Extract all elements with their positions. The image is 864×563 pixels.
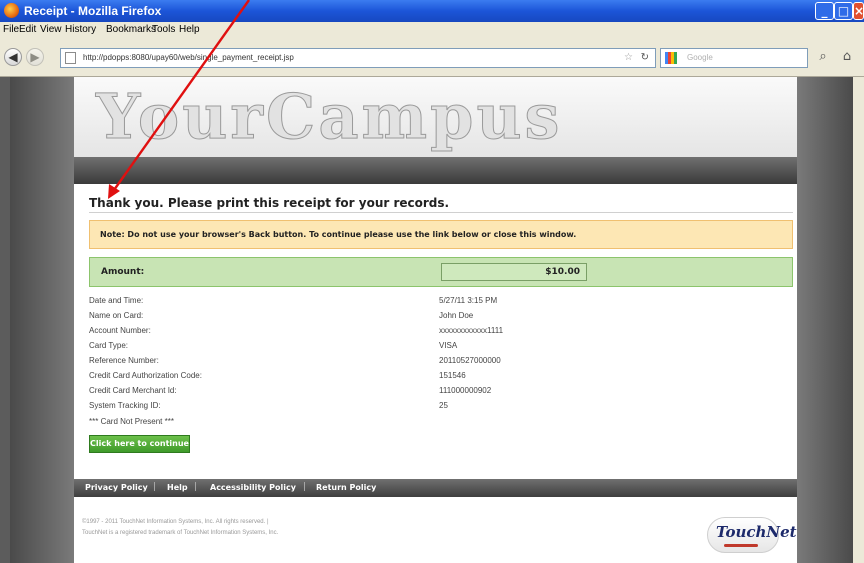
site-banner: YourCampus — [74, 77, 797, 157]
menu-history[interactable]: History — [65, 24, 96, 35]
copyright-line: ©1997 - 2011 TouchNet Information System… — [82, 519, 269, 525]
amount-label: Amount: — [101, 267, 145, 277]
footer-separator: | — [153, 482, 157, 492]
detail-row: Name on Card: John Doe — [89, 311, 769, 323]
touchnet-swoosh — [724, 544, 758, 547]
search-placeholder: Google — [687, 53, 713, 62]
detail-row: Card Type: VISA — [89, 341, 769, 353]
touchnet-logo: TouchNet — [707, 517, 797, 553]
back-arrow-icon[interactable]: ◀ — [4, 48, 22, 66]
divider — [89, 212, 793, 213]
menu-tools[interactable]: Tools — [152, 24, 175, 35]
warning-note: Note: Do not use your browser's Back but… — [89, 220, 793, 249]
site-logo: YourCampus — [95, 80, 563, 154]
page-side-left — [10, 77, 74, 563]
menu-file[interactable]: File — [3, 24, 19, 35]
detail-value: xxxxxxxxxxxx1111 — [439, 326, 504, 335]
window-titlebar: Receipt - Mozilla Firefox _ □ × — [0, 0, 864, 22]
page-title: Thank you. Please print this receipt for… — [89, 196, 450, 210]
maximize-button[interactable]: □ — [834, 2, 853, 20]
detail-label: System Tracking ID: — [89, 401, 161, 410]
google-icon — [665, 52, 677, 64]
magnifier-icon[interactable]: ⌕ — [814, 48, 832, 66]
amount-value: $10.00 — [545, 267, 580, 277]
detail-label: Account Number: — [89, 326, 151, 335]
detail-row: Credit Card Merchant Id: 111000000902 — [89, 386, 769, 398]
minimize-button[interactable]: _ — [815, 2, 834, 20]
warning-note-text: Note: Do not use your browser's Back but… — [100, 230, 577, 239]
detail-value: 5/27/11 3:15 PM — [439, 296, 498, 305]
detail-label: Card Type: — [89, 341, 128, 350]
detail-label: Credit Card Authorization Code: — [89, 371, 202, 380]
menu-help[interactable]: Help — [179, 24, 200, 35]
menu-view[interactable]: View — [40, 24, 62, 35]
footer-nav: Privacy Policy | Help | Accessibility Po… — [74, 479, 797, 497]
footer-separator: | — [194, 482, 198, 492]
menu-bar: File Edit View History Bookmarks Tools H… — [0, 22, 864, 39]
detail-label: Date and Time: — [89, 296, 144, 305]
home-icon[interactable]: ⌂ — [838, 48, 856, 66]
forward-arrow-icon[interactable]: ▶ — [26, 48, 44, 66]
menu-bookmarks[interactable]: Bookmarks — [106, 24, 156, 35]
detail-value: VISA — [439, 341, 458, 350]
detail-label: Credit Card Merchant Id: — [89, 386, 177, 395]
detail-row: Reference Number: 20110527000000 — [89, 356, 769, 368]
detail-value: 25 — [439, 401, 448, 410]
detail-value: 111000000902 — [439, 386, 492, 395]
url-bar[interactable]: http://pdopps:8080/upay60/web/single_pay… — [60, 48, 656, 68]
window-title: Receipt - Mozilla Firefox — [24, 4, 162, 18]
footer-link-accessibility[interactable]: Accessibility Policy — [210, 483, 296, 492]
url-text: http://pdopps:8080/upay60/web/single_pay… — [83, 53, 294, 62]
continue-button[interactable]: Click here to continue — [89, 435, 190, 453]
receipt-page: YourCampus Thank you. Please print this … — [74, 77, 797, 563]
detail-row: Date and Time: 5/27/11 3:15 PM — [89, 296, 769, 308]
search-input[interactable]: Google — [660, 48, 808, 68]
page-side-right — [797, 77, 853, 563]
detail-label: Reference Number: — [89, 356, 159, 365]
card-not-present: *** Card Not Present *** — [89, 417, 174, 426]
amount-field: $10.00 — [441, 263, 587, 281]
detail-value: John Doe — [439, 311, 474, 320]
header-bar — [74, 157, 797, 184]
bookmark-star-icon[interactable]: ☆ — [624, 52, 633, 63]
detail-row: Credit Card Authorization Code: 151546 — [89, 371, 769, 383]
reload-icon[interactable]: ↻ — [641, 52, 649, 63]
amount-panel: Amount: $10.00 — [89, 257, 793, 287]
page-icon — [65, 52, 76, 64]
copyright-text: ©1997 - 2011 TouchNet Information System… — [82, 517, 412, 539]
detail-row: System Tracking ID: 25 — [89, 401, 769, 413]
close-button[interactable]: × — [853, 2, 864, 20]
menu-edit[interactable]: Edit — [19, 24, 36, 35]
detail-row: Account Number: xxxxxxxxxxxx1111 — [89, 326, 769, 338]
footer-separator: | — [303, 482, 307, 492]
footer-link-help[interactable]: Help — [167, 483, 188, 492]
detail-label: Name on Card: — [89, 311, 144, 320]
copyright-line: TouchNet is a registered trademark of To… — [82, 530, 279, 536]
touchnet-logo-text: TouchNet — [716, 523, 797, 541]
scrollbar[interactable] — [853, 77, 864, 563]
detail-value: 151546 — [439, 371, 466, 380]
navigation-bar: ◀ ▶ http://pdopps:8080/upay60/web/single… — [0, 39, 864, 77]
footer-link-privacy[interactable]: Privacy Policy — [85, 483, 148, 492]
footer-link-return[interactable]: Return Policy — [316, 483, 376, 492]
firefox-icon — [4, 3, 19, 18]
detail-value: 20110527000000 — [439, 356, 501, 365]
browser-viewport: YourCampus Thank you. Please print this … — [0, 77, 864, 563]
